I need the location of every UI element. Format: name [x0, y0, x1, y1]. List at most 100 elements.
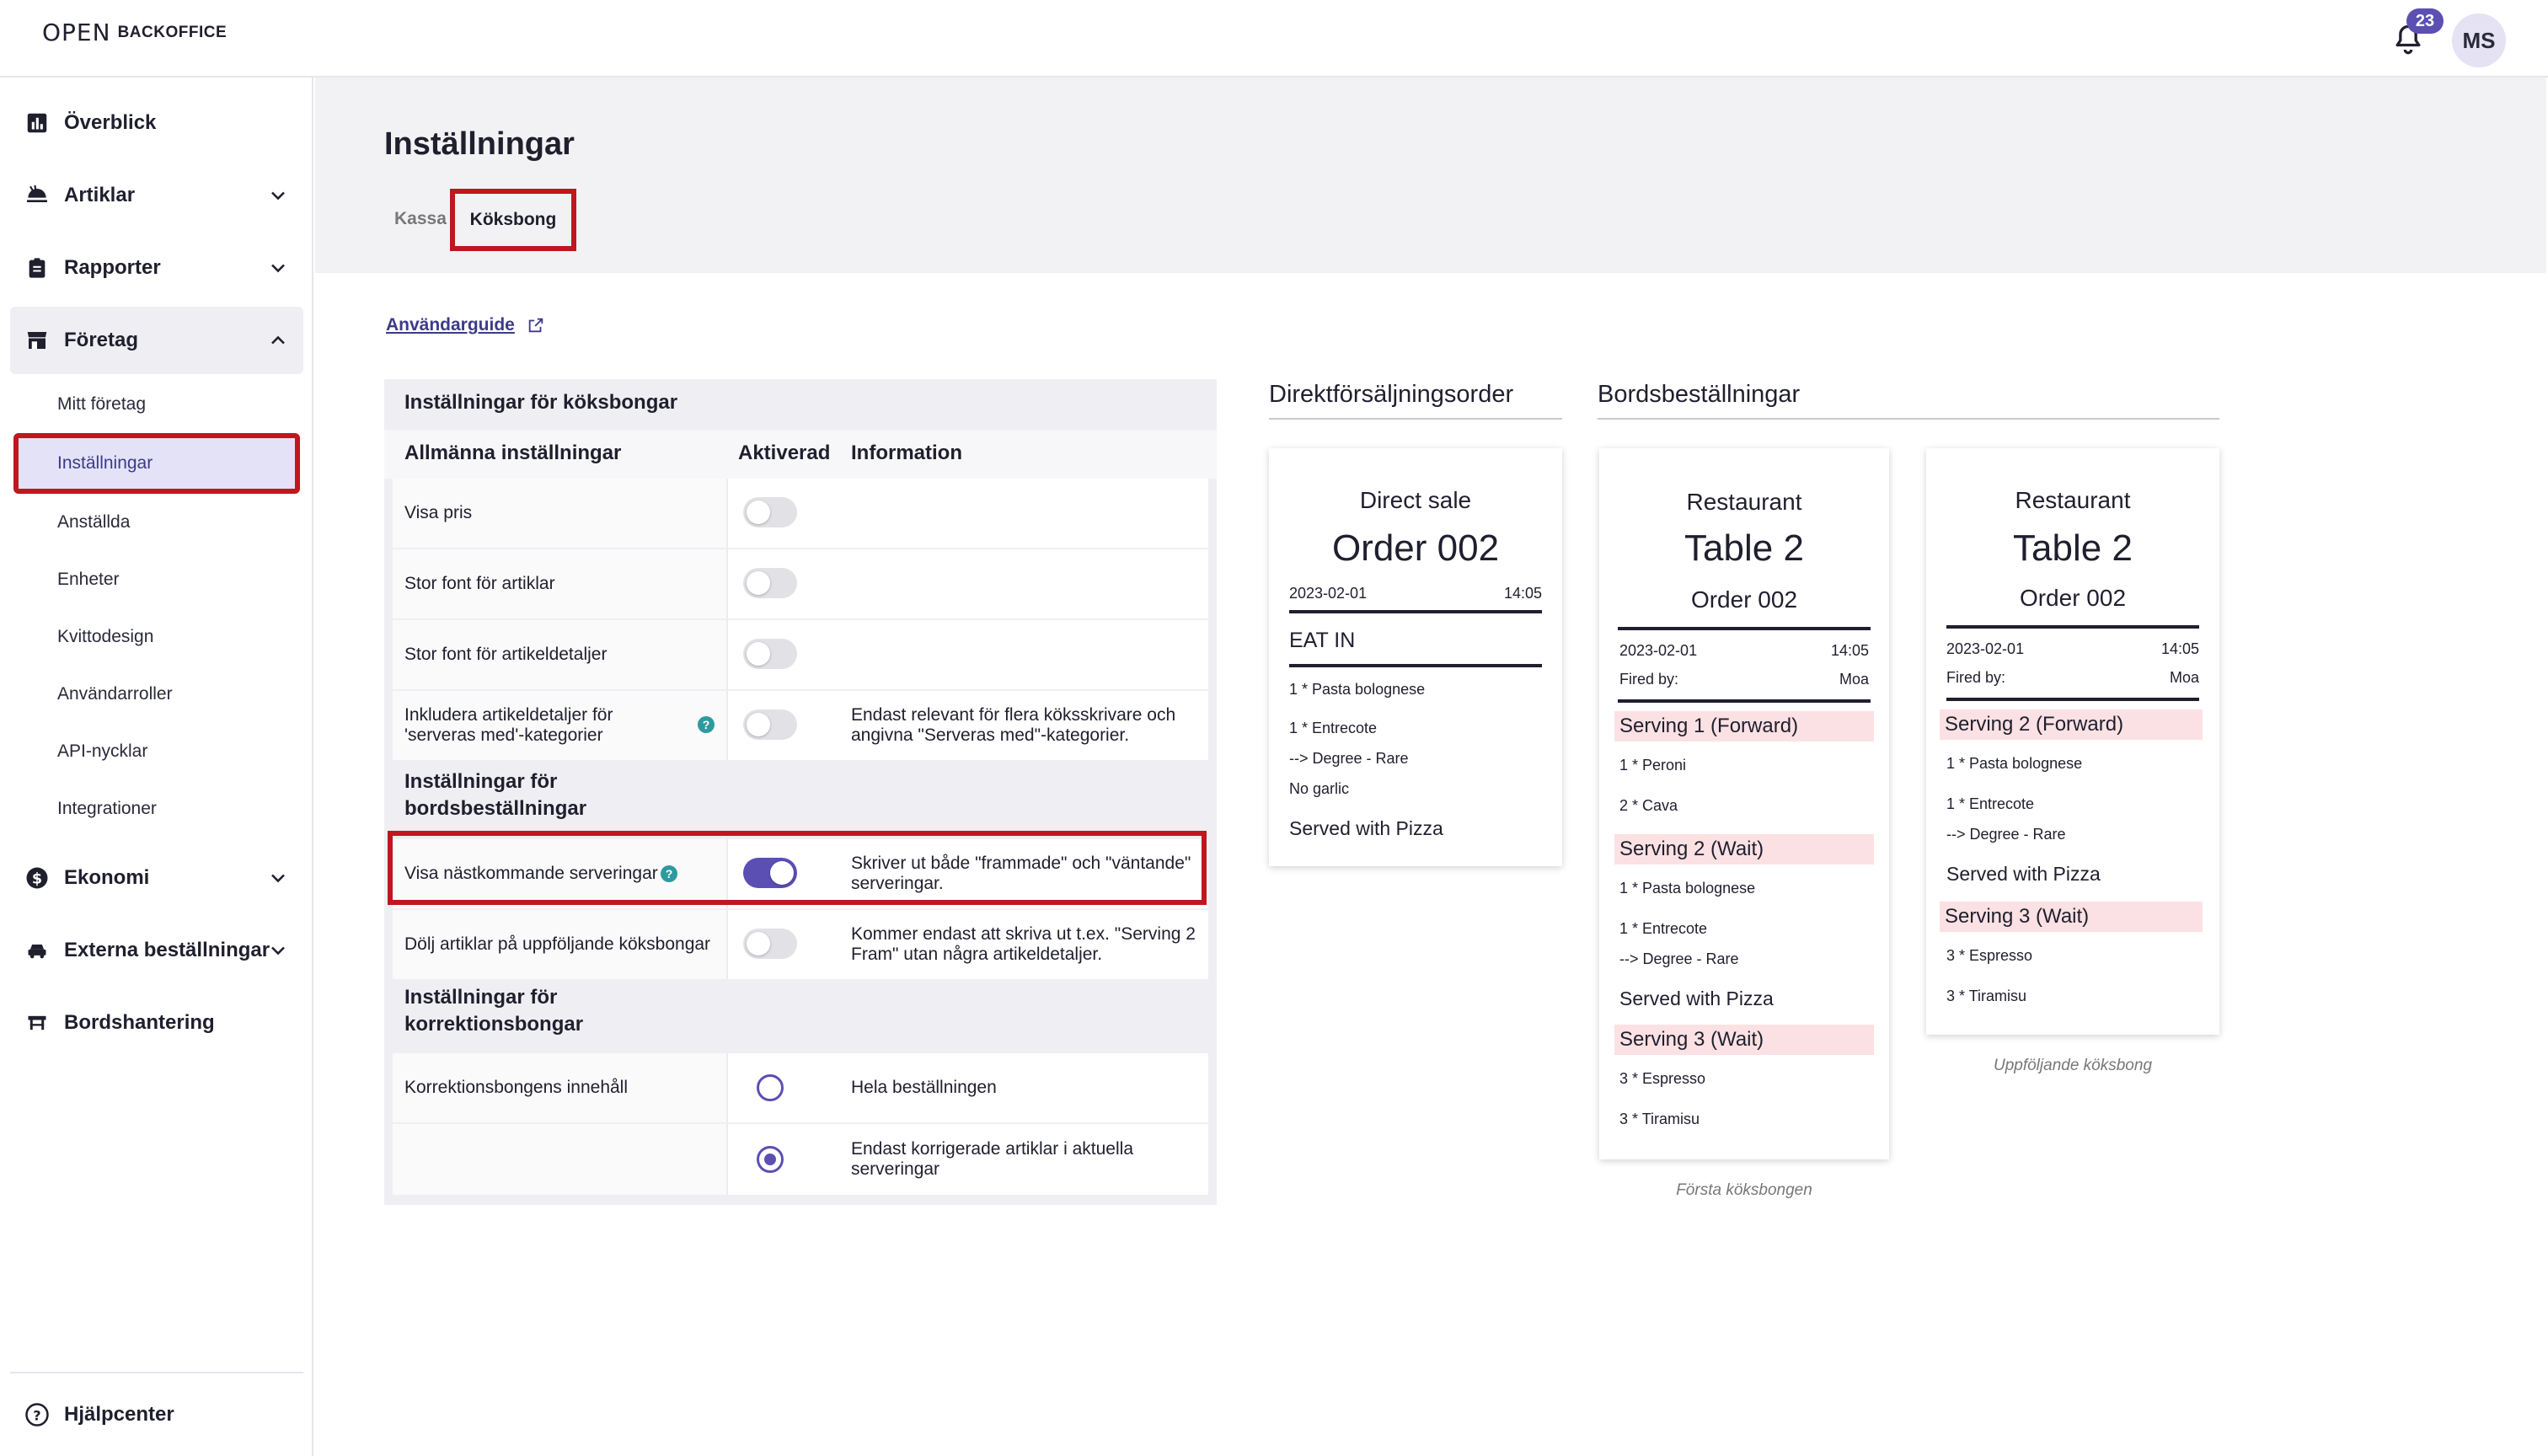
- radio-hela-bestallningen[interactable]: [757, 1074, 784, 1101]
- ticket-line: No garlic: [1289, 780, 1350, 797]
- help-icon[interactable]: ?: [661, 865, 677, 882]
- ticket-fired-by: Moa: [2169, 669, 2199, 686]
- section-title-table-orders: Inställningar för bordsbeställningar: [404, 770, 587, 820]
- sidebar-item-bordshantering[interactable]: Bordshantering: [10, 989, 303, 1057]
- ticket-line: 1 * Pasta bolognese: [1946, 755, 2083, 772]
- logo[interactable]: OPEN BACKOFFICE: [42, 19, 227, 46]
- setting-row-visa-nastkommande: Visa nästkommande serveringar ? Skriver …: [393, 839, 1208, 908]
- ticket-first-kitchen: Restaurant Table 2 Order 002 2023-02-01 …: [1599, 448, 1889, 1159]
- section-title-correction: Inställningar för korrektionsbongar: [404, 986, 584, 1036]
- ticket-heading: Restaurant: [2015, 487, 2131, 513]
- sidebar-subitem-integrationer[interactable]: Integrationer: [13, 782, 300, 836]
- chevron-down-icon: [271, 264, 285, 273]
- ticket-serving: Serving 1 (Forward): [1614, 711, 1874, 741]
- ticket-date: 2023-02-01: [1289, 585, 1368, 602]
- toggle-stor-font-detaljer[interactable]: [743, 639, 797, 669]
- column-header-enabled: Aktiverad: [738, 442, 831, 464]
- user-guide-link[interactable]: Användarguide: [386, 315, 545, 335]
- sidebar-item-label: Överblick: [64, 111, 157, 134]
- sidebar-subitem-enheter[interactable]: Enheter: [13, 553, 300, 607]
- help-center-link[interactable]: ? Hjälpcenter: [10, 1372, 303, 1456]
- tab-kassa[interactable]: Kassa: [394, 209, 447, 234]
- sidebar-subitem-installningar[interactable]: Inställningar: [13, 433, 300, 494]
- store-icon: [22, 325, 52, 356]
- chevron-down-icon: [271, 191, 285, 201]
- sidebar-item-artiklar[interactable]: Artiklar: [10, 162, 303, 229]
- ticket-line: 1 * Pasta bolognese: [1289, 681, 1426, 698]
- ticket-serving: Serving 2 (Forward): [1940, 709, 2203, 740]
- toggle-dolj-artiklar[interactable]: [743, 929, 797, 959]
- setting-info: Skriver ut både "frammade" och "väntande…: [851, 854, 1191, 893]
- chevron-down-icon: [271, 946, 285, 956]
- divider: [1269, 418, 1562, 420]
- page-title: Inställningar: [384, 126, 575, 162]
- ticket-line: 2 * Cava: [1619, 797, 1678, 814]
- sidebar-subitem-anstallda[interactable]: Anställda: [13, 495, 300, 549]
- preview-title-direct: Direktförsäljningsorder: [1269, 381, 1514, 408]
- ticket-rule: [1946, 625, 2199, 629]
- sidebar-subitem-anvandarroller[interactable]: Användarroller: [13, 667, 300, 721]
- sidebar-item-label: Rapporter: [64, 256, 161, 279]
- svg-text:?: ?: [33, 1407, 40, 1423]
- ticket-table: Table 2: [1684, 527, 1804, 569]
- ticket-rule: [1289, 664, 1542, 667]
- sidebar-item-externa-bestallningar[interactable]: Externa beställningar: [10, 917, 303, 984]
- clipboard-icon: [22, 253, 52, 283]
- toggle-visa-pris[interactable]: [743, 497, 797, 527]
- svg-text:$: $: [32, 870, 42, 887]
- ticket-line: 1 * Pasta bolognese: [1619, 880, 1756, 897]
- setting-info: [851, 479, 1205, 548]
- sidebar-item-rapporter[interactable]: Rapporter: [10, 234, 303, 302]
- sidebar-item-foretag[interactable]: Företag: [10, 307, 303, 374]
- chart-icon: [22, 108, 52, 138]
- setting-label: Dölj artiklar på uppföljande köksbongar: [404, 934, 711, 954]
- sidebar-item-label: Företag: [64, 329, 139, 351]
- setting-row-stor-font-artiklar: Stor font för artiklar: [393, 549, 1208, 618]
- help-icon[interactable]: ?: [698, 716, 715, 733]
- setting-row-korrektion-hela: Korrektionsbongens innehåll Hela beställ…: [393, 1053, 1208, 1122]
- radio-endast-korrigerade[interactable]: [757, 1146, 784, 1173]
- toggle-visa-nastkommande[interactable]: [743, 858, 797, 888]
- ticket-rule: [1618, 699, 1871, 703]
- chevron-up-icon: [271, 335, 285, 345]
- ticket-direct-sale: Direct sale Order 002 2023-02-01 14:05 E…: [1269, 448, 1562, 866]
- setting-label: Korrektionsbongens innehåll: [404, 1078, 629, 1097]
- ticket-mode: EAT IN: [1289, 629, 1356, 652]
- sidebar-item-ekonomi[interactable]: $ Ekonomi: [10, 844, 303, 912]
- help-circle-icon: ?: [22, 1400, 52, 1430]
- ticket-line: 1 * Peroni: [1619, 757, 1687, 774]
- help-center-label: Hjälpcenter: [64, 1403, 174, 1426]
- ticket-table: Table 2: [2013, 527, 2133, 569]
- setting-row-korrektion-endast: Endast korrigerade artiklar i aktuella s…: [393, 1124, 1208, 1195]
- car-icon: [22, 935, 52, 966]
- notification-badge: 23: [2406, 8, 2444, 34]
- sidebar-subitem-kvittodesign[interactable]: Kvittodesign: [13, 610, 300, 664]
- sidebar-item-label: Externa beställningar: [64, 939, 270, 961]
- sidebar-subitem-api-nycklar[interactable]: API-nycklar: [13, 725, 300, 779]
- toggle-stor-font-artiklar[interactable]: [743, 568, 797, 598]
- ticket-rule: [1946, 698, 2199, 701]
- setting-info: Endast relevant för flera köksskrivare o…: [851, 705, 1176, 745]
- setting-label: Visa pris: [404, 503, 473, 522]
- sidebar-subitem-mitt-foretag[interactable]: Mitt företag: [13, 377, 300, 431]
- user-guide-label: Användarguide: [386, 315, 515, 335]
- avatar[interactable]: MS: [2452, 13, 2506, 67]
- external-link-icon: [528, 318, 543, 333]
- ticket-line: 3 * Tiramisu: [1619, 1111, 1700, 1127]
- sidebar-item-label: Artiklar: [64, 184, 136, 206]
- tab-koksbong[interactable]: Köksbong: [450, 189, 576, 251]
- ticket-date: 2023-02-01: [1619, 642, 1698, 659]
- setting-row-stor-font-detaljer: Stor font för artikeldetaljer: [393, 620, 1208, 689]
- ticket-line: 3 * Espresso: [1946, 947, 2033, 964]
- chevron-down-icon: [271, 874, 285, 883]
- ticket-line: --> Degree - Rare: [1946, 826, 2066, 843]
- ticket-date: 2023-02-01: [1946, 640, 2025, 657]
- setting-row-visa-pris: Visa pris: [393, 479, 1208, 548]
- preview-title-table: Bordsbeställningar: [1598, 381, 1801, 408]
- ticket-caption: Första köksbongen: [1676, 1181, 1812, 1199]
- sidebar-item-overblick[interactable]: Överblick: [10, 89, 303, 157]
- ticket-time: 14:05: [2160, 640, 2199, 657]
- panel-title: Inställningar för köksbongar: [404, 391, 678, 414]
- logo-mark: OPEN: [42, 19, 111, 46]
- toggle-inkludera-detaljer[interactable]: [743, 709, 797, 740]
